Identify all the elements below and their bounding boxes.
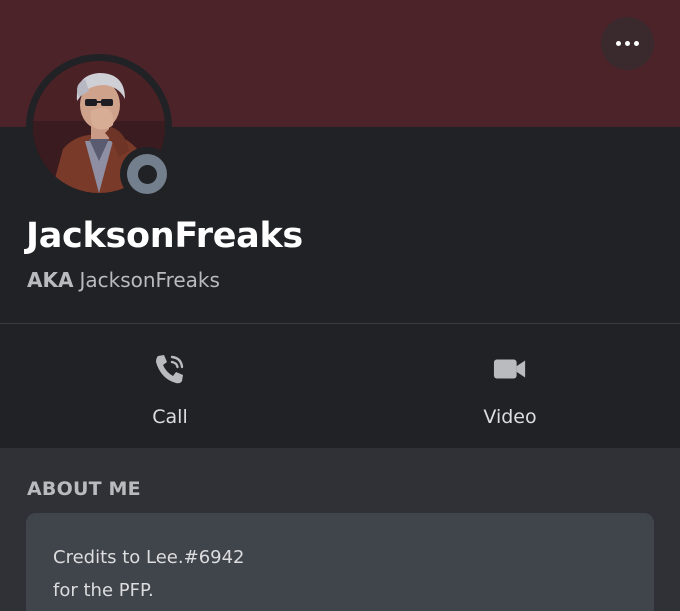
aka-label: AKA: [27, 268, 74, 292]
phone-icon: [153, 352, 187, 386]
more-dot: [616, 41, 621, 46]
user-profile-sheet: JacksonFreaks AKA JacksonFreaks Call Vid…: [0, 0, 680, 611]
call-label: Call: [152, 406, 188, 428]
more-dot: [634, 41, 639, 46]
aka-row: AKA JacksonFreaks: [27, 268, 220, 292]
video-camera-icon: [493, 352, 527, 386]
more-dot: [625, 41, 630, 46]
action-bar: Call Video: [0, 324, 680, 448]
about-heading: ABOUT ME: [27, 478, 141, 500]
about-me-box: Credits to Lee.#6942 for the PFP.: [26, 513, 654, 611]
offline-status-icon: [127, 154, 167, 194]
video-label: Video: [483, 406, 537, 428]
status-indicator: [120, 147, 174, 201]
more-options-button[interactable]: [601, 17, 654, 70]
about-line: for the PFP.: [53, 580, 154, 601]
about-line: Credits to Lee.#6942: [53, 547, 245, 568]
call-button[interactable]: Call: [0, 324, 340, 448]
about-me-section: ABOUT ME Credits to Lee.#6942 for the PF…: [0, 448, 680, 611]
video-button[interactable]: Video: [340, 324, 680, 448]
username: JacksonFreaks: [26, 216, 303, 256]
aka-name: JacksonFreaks: [79, 268, 220, 292]
